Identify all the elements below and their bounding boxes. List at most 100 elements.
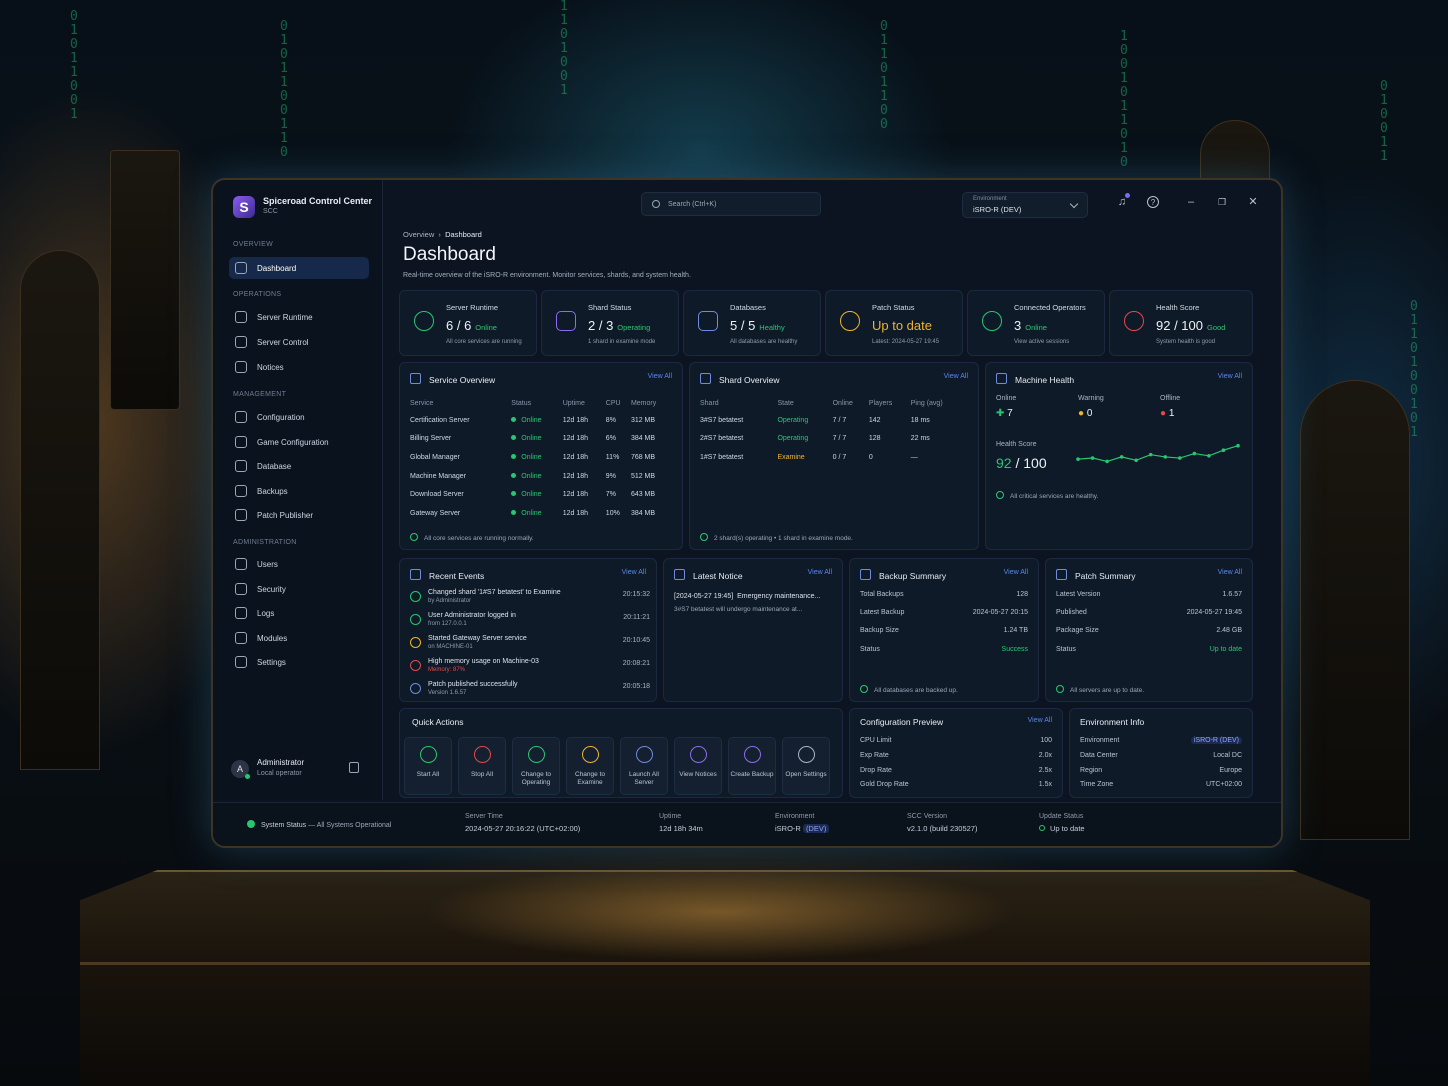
- col-header: Uptime: [562, 399, 585, 407]
- sidebar-item-users[interactable]: Users: [229, 553, 369, 575]
- user-profile[interactable]: A Administrator Local operator: [229, 758, 379, 788]
- sidebar-item-server-control[interactable]: Server Control: [229, 331, 369, 353]
- change-to-operating-button[interactable]: Change to Operating: [512, 737, 560, 795]
- heart-pulse-icon: [1124, 311, 1144, 331]
- kpi-connected-operators[interactable]: Connected Operators 3 Online View active …: [967, 290, 1105, 356]
- button-label: Create Backup: [730, 771, 774, 778]
- breadcrumb-root[interactable]: Overview: [403, 230, 434, 239]
- scc-version: SCC Version v2.1.0 (build 230527): [907, 813, 977, 833]
- matrix-code-decoration: 0110100101: [1410, 299, 1418, 440]
- kv-value: 1.24 TB: [1003, 627, 1028, 634]
- kpi-title: Databases: [730, 303, 766, 312]
- search-input[interactable]: Search (Ctrl+K): [641, 192, 821, 216]
- kv-value: UTC+02:00: [1206, 781, 1242, 788]
- view-all-link[interactable]: View All: [1004, 569, 1028, 576]
- help-icon[interactable]: ?: [1147, 196, 1159, 208]
- list-item[interactable]: Changed shard '1#S7 betatest' to Examine…: [410, 589, 650, 611]
- table-row[interactable]: 3#S7 betatest Operating 7 / 7 142 18 ms: [700, 411, 968, 430]
- list-item[interactable]: Started Gateway Server service on MACHINE…: [410, 635, 650, 657]
- health-score-value: 92 / 100: [996, 455, 1047, 471]
- operators-icon: [982, 311, 1002, 331]
- sidebar-item-logs[interactable]: Logs: [229, 602, 369, 624]
- list-item[interactable]: High memory usage on Machine-03 Memory: 8…: [410, 658, 650, 680]
- recent-events-panel: Recent Events View All Changed shard '1#…: [399, 558, 657, 702]
- sidebar-item-game-configuration[interactable]: Game Configuration: [229, 431, 369, 453]
- system-status-note: — All Systems Operational: [308, 822, 392, 829]
- sidebar-item-security[interactable]: Security: [229, 578, 369, 600]
- list-item[interactable]: Patch published successfully Version 1.6.…: [410, 681, 650, 703]
- event-sub: by Administrator: [428, 598, 472, 604]
- sidebar-item-notices[interactable]: Notices: [229, 356, 369, 378]
- page-description: Real-time overview of the iSRO-R environ…: [403, 272, 691, 279]
- sidebar-item-database[interactable]: Database: [229, 455, 369, 477]
- sidebar-item-server-runtime[interactable]: Server Runtime: [229, 306, 369, 328]
- status-bar: System Status — All Systems Operational …: [213, 802, 1281, 846]
- sidebar-item-patch-publisher[interactable]: Patch Publisher: [229, 504, 369, 526]
- sidebar-item-dashboard[interactable]: Dashboard: [229, 257, 369, 279]
- table-row[interactable]: Certification Server Online 12d 18h 8% 312 M…: [410, 411, 674, 430]
- kv-row: Latest Version 1.6.57: [1056, 591, 1242, 603]
- view-all-link[interactable]: View All: [808, 569, 832, 576]
- view-all-link[interactable]: View All: [1218, 569, 1242, 576]
- cell: 384 MB: [630, 435, 656, 443]
- matrix-code-decoration: 01011001: [70, 9, 78, 122]
- maximize-icon[interactable]: ❐: [1216, 196, 1228, 208]
- event-icon: [410, 637, 421, 648]
- kpi-health-score[interactable]: Health Score 92 / 100 Good System health …: [1109, 290, 1253, 356]
- view-all-link[interactable]: View All: [1028, 717, 1052, 724]
- list-item[interactable]: User Administrator logged in from 127.0.0…: [410, 612, 650, 634]
- sidebar-item-configuration[interactable]: Configuration: [229, 406, 369, 428]
- cell: 512 MB: [630, 472, 656, 480]
- table-row[interactable]: Billing Server Online 12d 18h 6% 384 MB: [410, 430, 674, 449]
- kpi-shard-status[interactable]: Shard Status 2 / 3 Operating 1 shard in e…: [541, 290, 679, 356]
- start-all-button[interactable]: Start All: [404, 737, 452, 795]
- update-status: Update Status Up to date: [1039, 813, 1085, 833]
- kv-value: 1.5x: [1038, 781, 1052, 788]
- kpi-subtext: All databases are healthy: [730, 339, 798, 345]
- table-row[interactable]: Download Server Online 12d 18h 7% 643 MB: [410, 485, 674, 504]
- kv-row: Status Success: [860, 646, 1028, 658]
- create-backup-button[interactable]: Create Backup: [728, 737, 776, 795]
- lock-icon[interactable]: [349, 762, 359, 773]
- view-notices-button[interactable]: View Notices: [674, 737, 722, 795]
- panel-footer: All servers are up to date.: [1056, 685, 1144, 694]
- launch-all-server-button[interactable]: Launch All Server: [620, 737, 668, 795]
- kpi-patch-status[interactable]: Patch Status Up to date Latest: 2024-05-…: [825, 290, 963, 356]
- database-icon: [235, 460, 247, 472]
- table-row[interactable]: 1#S7 betatest Examine 0 / 7 0 —: [700, 448, 968, 467]
- uptime-label: Uptime: [659, 813, 682, 820]
- sidebar-item-modules[interactable]: Modules: [229, 627, 369, 649]
- view-all-link[interactable]: View All: [622, 569, 646, 576]
- system-status[interactable]: System Status — All Systems Operational: [247, 820, 391, 829]
- kv-value: 2024-05-27 19:45: [1186, 609, 1242, 616]
- view-all-link[interactable]: View All: [944, 373, 968, 380]
- change-to-examine-button[interactable]: Change to Examine: [566, 737, 614, 795]
- sidebar-item-backups[interactable]: Backups: [229, 480, 369, 502]
- stop-all-button[interactable]: Stop All: [458, 737, 506, 795]
- table-row[interactable]: Global Manager Online 12d 18h 11% 768 MB: [410, 448, 674, 467]
- kv-row: Published 2024-05-27 19:45: [1056, 609, 1242, 621]
- server-time-value: 2024-05-27 20:16:22 (UTC+02:00): [465, 824, 581, 833]
- kpi-subtext: Latest: 2024-05-27 19:45: [872, 339, 940, 345]
- notice-headline[interactable]: [2024-05-27 19:45] Emergency maintenance…: [674, 593, 820, 600]
- open-settings-button[interactable]: Open Settings: [782, 737, 830, 795]
- view-all-link[interactable]: View All: [648, 373, 672, 380]
- environment-select[interactable]: Environment iSRO-R (DEV): [962, 192, 1088, 218]
- kpi-databases[interactable]: Databases 5 / 5 Healthy All databases are…: [683, 290, 821, 356]
- database-icon: [698, 311, 718, 331]
- event-sub: from 127.0.0.1: [428, 621, 467, 627]
- table-row[interactable]: Machine Manager Online 12d 18h 9% 512 MB: [410, 467, 674, 486]
- sidebar-item-settings[interactable]: Settings: [229, 651, 369, 673]
- close-icon[interactable]: ✕: [1247, 196, 1259, 208]
- view-all-link[interactable]: View All: [1218, 373, 1242, 380]
- status-cell: Online: [511, 485, 562, 504]
- table-row[interactable]: Gateway Server Online 12d 18h 10% 384 MB: [410, 504, 674, 523]
- table-row[interactable]: 2#S7 betatest Operating 7 / 7 128 22 ms: [700, 430, 968, 449]
- matrix-code-decoration: 01101100: [880, 19, 888, 132]
- cell: 6%: [605, 435, 616, 443]
- service-overview-panel: Service Overview View All Service Status U…: [399, 362, 683, 550]
- kv-row: Drop Rate 2.5x: [860, 767, 1052, 779]
- kpi-server-runtime[interactable]: Server Runtime 6 / 6 Online All core serv…: [399, 290, 537, 356]
- minimize-icon[interactable]: –: [1185, 196, 1197, 208]
- kpi-title: Server Runtime: [446, 303, 499, 312]
